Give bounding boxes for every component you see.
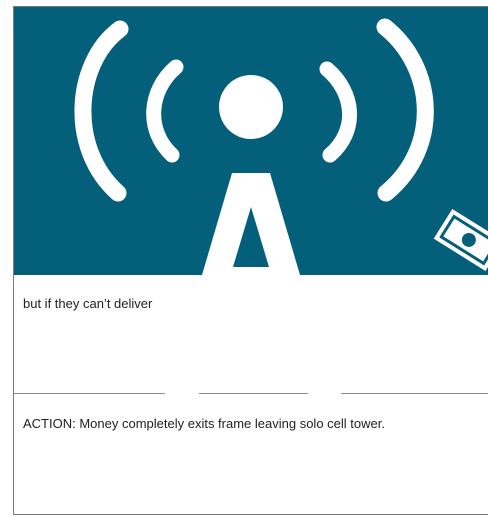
section-divider-2 bbox=[199, 393, 308, 394]
action-note: ACTION: Money completely exits frame lea… bbox=[23, 416, 385, 431]
scene-caption: but if they can’t deliver bbox=[23, 296, 153, 311]
section-divider-3 bbox=[341, 393, 488, 394]
illustration-panel bbox=[14, 7, 488, 275]
cell-tower-icon bbox=[74, 18, 434, 275]
section-divider-1 bbox=[14, 393, 165, 394]
illustration-svg bbox=[74, 18, 488, 275]
money-bill-icon bbox=[429, 204, 488, 275]
